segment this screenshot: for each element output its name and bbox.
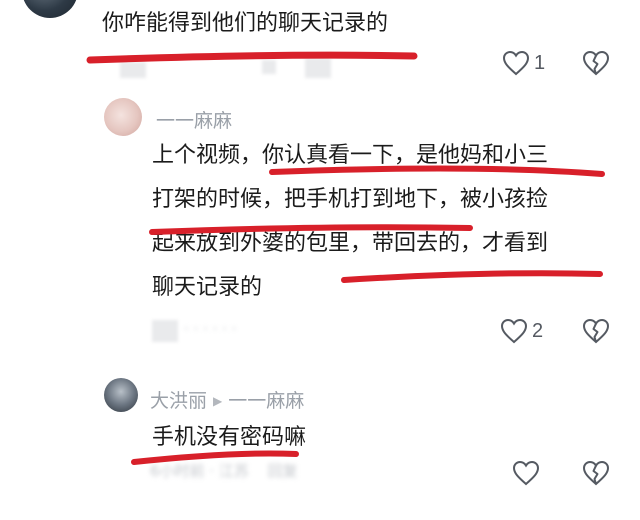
text-line: 起来放到外婆的包里，带回去的，才看到 bbox=[152, 231, 549, 256]
dislike-button[interactable] bbox=[582, 460, 610, 490]
avatar[interactable] bbox=[104, 98, 142, 136]
blurred-meta bbox=[262, 60, 276, 74]
broken-heart-icon bbox=[582, 50, 610, 76]
text-line: 聊天记录的 bbox=[152, 275, 263, 300]
broken-heart-icon bbox=[582, 460, 610, 486]
comment-text: 手机没有密码嘛 bbox=[152, 425, 307, 450]
comment-time: 6小时前 · 江苏 bbox=[150, 462, 249, 480]
dislike-button[interactable] bbox=[582, 50, 610, 80]
heart-outline-icon bbox=[502, 50, 530, 76]
blurred-meta: · · · · · · bbox=[184, 320, 237, 338]
author-name[interactable]: 大洪丽 bbox=[150, 390, 207, 412]
comment-2: 一一麻麻 上个视频，你认真看一下，是他妈和小三 打架的时候，把手机打到地下，被小… bbox=[0, 90, 640, 350]
comment-text: 你咋能得到他们的聊天记录的 bbox=[102, 11, 389, 36]
comment-text: 上个视频，你认真看一下，是他妈和小三 打架的时候，把手机打到地下，被小孩捡 起来… bbox=[152, 134, 548, 310]
like-count: 2 bbox=[532, 319, 544, 342]
reply-arrow-icon: ▶ bbox=[213, 394, 223, 408]
avatar[interactable] bbox=[22, 0, 78, 18]
dislike-button[interactable] bbox=[582, 318, 610, 348]
reply-link[interactable]: 回复 bbox=[268, 462, 298, 480]
reply-to-name[interactable]: 一一麻麻 bbox=[228, 390, 304, 412]
blurred-meta bbox=[152, 320, 178, 342]
avatar[interactable] bbox=[104, 378, 138, 412]
text-line: 打架的时候，把手机打到地下，被小孩捡 bbox=[152, 187, 549, 212]
blurred-meta bbox=[305, 58, 331, 78]
broken-heart-icon bbox=[582, 318, 610, 344]
author-line: 大洪丽 ▶ 一一麻麻 bbox=[150, 386, 304, 413]
text-line: 上个视频，你认真看一下，是他妈和小三 bbox=[152, 143, 549, 168]
comment-1: 你咋能得到他们的聊天记录的 1 bbox=[0, 0, 640, 90]
like-count: 1 bbox=[534, 51, 546, 74]
comment-3: 大洪丽 ▶ 一一麻麻 手机没有密码嘛 6小时前 · 江苏 回复 bbox=[0, 370, 640, 520]
blurred-meta bbox=[120, 62, 146, 78]
like-button[interactable]: 1 bbox=[502, 50, 545, 76]
heart-outline-icon bbox=[500, 318, 528, 344]
author-name[interactable]: 一一麻麻 bbox=[156, 106, 232, 133]
like-button[interactable] bbox=[512, 460, 544, 486]
like-button[interactable]: 2 bbox=[500, 318, 543, 344]
comment-meta: 6小时前 · 江苏 回复 bbox=[150, 460, 298, 481]
heart-outline-icon bbox=[512, 460, 540, 486]
